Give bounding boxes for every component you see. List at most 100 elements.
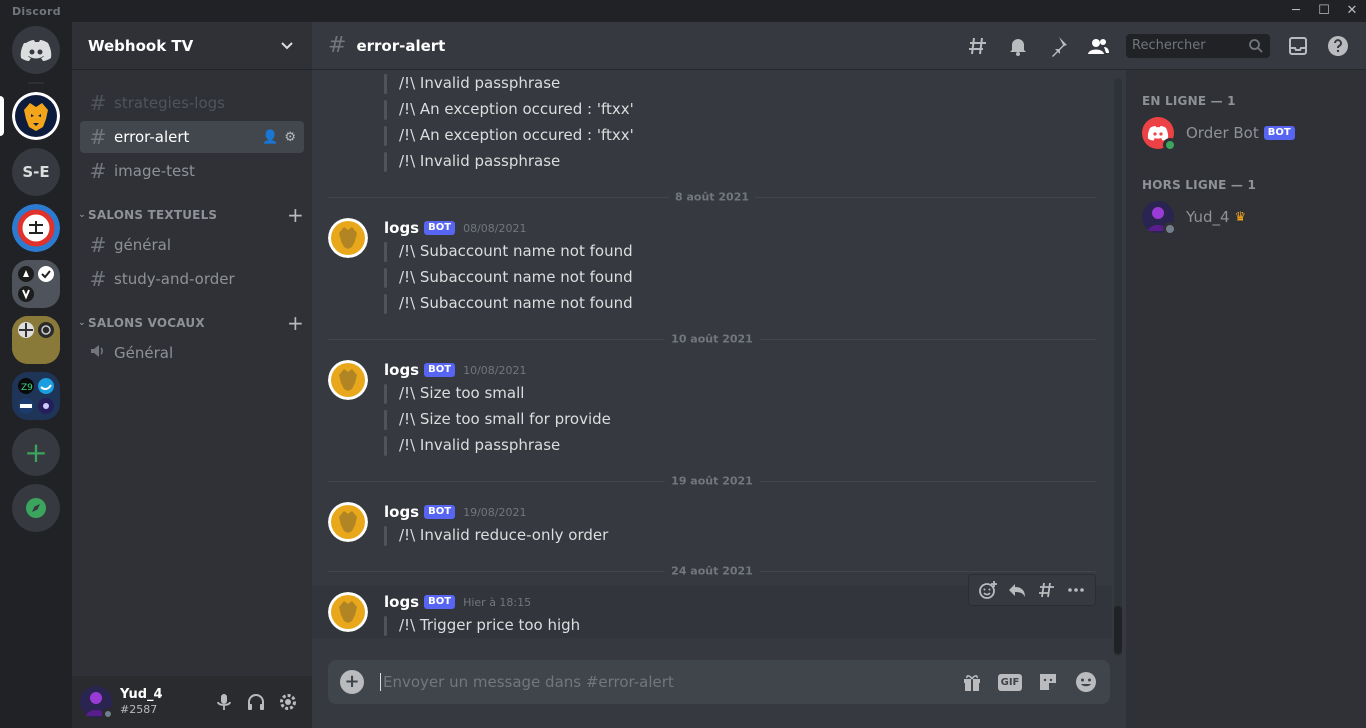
voice-channel-general[interactable]: Général [80, 337, 304, 369]
text-channel-icon: # [89, 159, 107, 183]
maximize-icon[interactable]: ☐ [1310, 0, 1338, 22]
pin-icon [1052, 36, 1067, 57]
server-traffic-sign[interactable] [12, 204, 60, 252]
channel-general[interactable]: # général [80, 229, 304, 261]
pinned-messages-button[interactable] [1046, 34, 1070, 58]
quote-bar [384, 525, 387, 546]
username: Yud_4 [120, 687, 163, 702]
author-name[interactable]: logs [384, 361, 419, 379]
title-bar: Discord ─ ☐ ✕ [0, 0, 1366, 22]
channel-strategies-logs[interactable]: # strategies-logs [80, 87, 304, 119]
gift-icon [964, 675, 980, 691]
member-yud-4[interactable]: Yud_4 ♛ [1142, 196, 1362, 238]
threads-icon [969, 37, 986, 54]
text-channel-icon: # [89, 233, 107, 257]
author-name[interactable]: logs [384, 503, 419, 521]
message-line: /!\ Size too small [384, 380, 524, 406]
message-header: logs BOT 10/08/2021 [384, 359, 526, 381]
gif-button[interactable]: GIF [997, 670, 1023, 694]
timestamp: 08/08/2021 [463, 221, 527, 235]
inbox-icon [1289, 36, 1307, 55]
create-thread-icon[interactable] [1037, 580, 1057, 600]
server-folder-1[interactable] [12, 260, 60, 308]
emoji-button[interactable] [1074, 670, 1098, 694]
author-name[interactable]: logs [384, 219, 419, 237]
home-button[interactable] [12, 26, 60, 74]
category-label: SALONS TEXTUELS [88, 208, 218, 222]
channel-sidebar: Webhook TV # strategies-logs # error-ale… [72, 22, 312, 728]
server-webhook-tv[interactable] [12, 92, 60, 140]
inbox-button[interactable] [1286, 34, 1310, 58]
message-list[interactable]: /!\ Invalid passphrase /!\ An exception … [312, 70, 1126, 658]
category-text-channels[interactable]: ⌄ SALONS TEXTUELS + [76, 203, 304, 227]
reply-icon[interactable] [1007, 580, 1027, 600]
category-voice-channels[interactable]: ⌄ SALONS VOCAUX + [76, 311, 304, 335]
server-s-e[interactable]: S-E [12, 148, 60, 196]
chevron-down-icon: ⌄ [78, 210, 86, 220]
lion-avatar-icon [328, 360, 368, 400]
message-header: logs BOT 19/08/2021 [384, 501, 526, 523]
offline-group-header: HORS LIGNE — 1 [1142, 178, 1257, 192]
create-channel-icon[interactable]: + [287, 311, 304, 335]
scrollbar-thumb[interactable] [1114, 606, 1122, 654]
explore-servers-button[interactable] [12, 484, 60, 532]
user-tag: #2587 [120, 703, 158, 716]
more-options-icon[interactable] [1066, 580, 1086, 600]
emoji-icon [1076, 672, 1096, 692]
compass-icon [26, 498, 46, 518]
avatar[interactable] [328, 360, 368, 400]
quote-bar [384, 293, 387, 314]
add-reaction-icon[interactable] [978, 580, 998, 600]
deafen-button[interactable] [240, 686, 272, 718]
member-list-button[interactable] [1086, 34, 1110, 58]
avatar[interactable] [328, 502, 368, 542]
create-channel-icon[interactable]: + [287, 203, 304, 227]
avatar[interactable] [80, 686, 114, 720]
close-icon[interactable]: ✕ [1338, 0, 1366, 22]
message-input[interactable]: Envoyer un message dans #error-alert [380, 673, 946, 691]
channel-image-test[interactable]: # image-test [80, 155, 304, 187]
sticker-button[interactable] [1036, 670, 1060, 694]
server-folder-2[interactable] [12, 316, 60, 364]
channel-study-and-order[interactable]: # study-and-order [80, 263, 304, 295]
author-name[interactable]: logs [384, 593, 419, 611]
microphone-icon [217, 694, 231, 710]
channel-header: # error-alert Rechercher [312, 22, 1366, 70]
gear-icon [280, 694, 296, 710]
scrollbar-track[interactable] [1114, 78, 1122, 656]
avatar[interactable] [328, 218, 368, 258]
date-divider: 10 août 2021 [328, 332, 1096, 346]
channel-error-alert[interactable]: # error-alert 👤 ⚙ [80, 121, 304, 153]
chevron-down-icon[interactable] [278, 37, 296, 55]
gif-icon: GIF [997, 673, 1023, 691]
quote-bar [384, 73, 387, 94]
members-icon [1088, 38, 1109, 54]
message-line: /!\ Trigger price too high [384, 612, 580, 638]
channel-name: error-alert [114, 128, 190, 146]
member-order-bot[interactable]: Order Bot BOT [1142, 112, 1362, 154]
category-label: SALONS VOCAUX [88, 316, 205, 330]
help-button[interactable] [1326, 34, 1350, 58]
quote-bar [384, 615, 387, 636]
rail-separator [28, 82, 44, 84]
channel-name: study-and-order [114, 270, 235, 288]
invite-icon[interactable]: 👤 [262, 130, 278, 145]
upload-button[interactable]: + [340, 670, 364, 694]
server-folder-3[interactable]: Z9 [12, 372, 60, 420]
message-composer[interactable]: + Envoyer un message dans #error-alert G… [328, 660, 1110, 704]
add-server-button[interactable]: + [12, 428, 60, 476]
gift-button[interactable] [960, 670, 984, 694]
help-icon [1328, 35, 1348, 56]
server-header[interactable]: Webhook TV [72, 22, 312, 70]
threads-button[interactable] [966, 34, 990, 58]
search-input[interactable]: Rechercher [1126, 33, 1270, 58]
user-panel: Yud_4 #2587 [72, 676, 312, 728]
minimize-icon[interactable]: ─ [1282, 0, 1310, 22]
notifications-button[interactable] [1006, 34, 1030, 58]
member-name: Order Bot [1186, 124, 1259, 142]
mute-button[interactable] [208, 686, 240, 718]
member-list: EN LIGNE — 1 Order Bot BOT HORS LIGNE — … [1126, 70, 1366, 728]
user-settings-button[interactable] [272, 686, 304, 718]
avatar[interactable] [328, 592, 368, 632]
gear-icon[interactable]: ⚙ [284, 130, 296, 145]
